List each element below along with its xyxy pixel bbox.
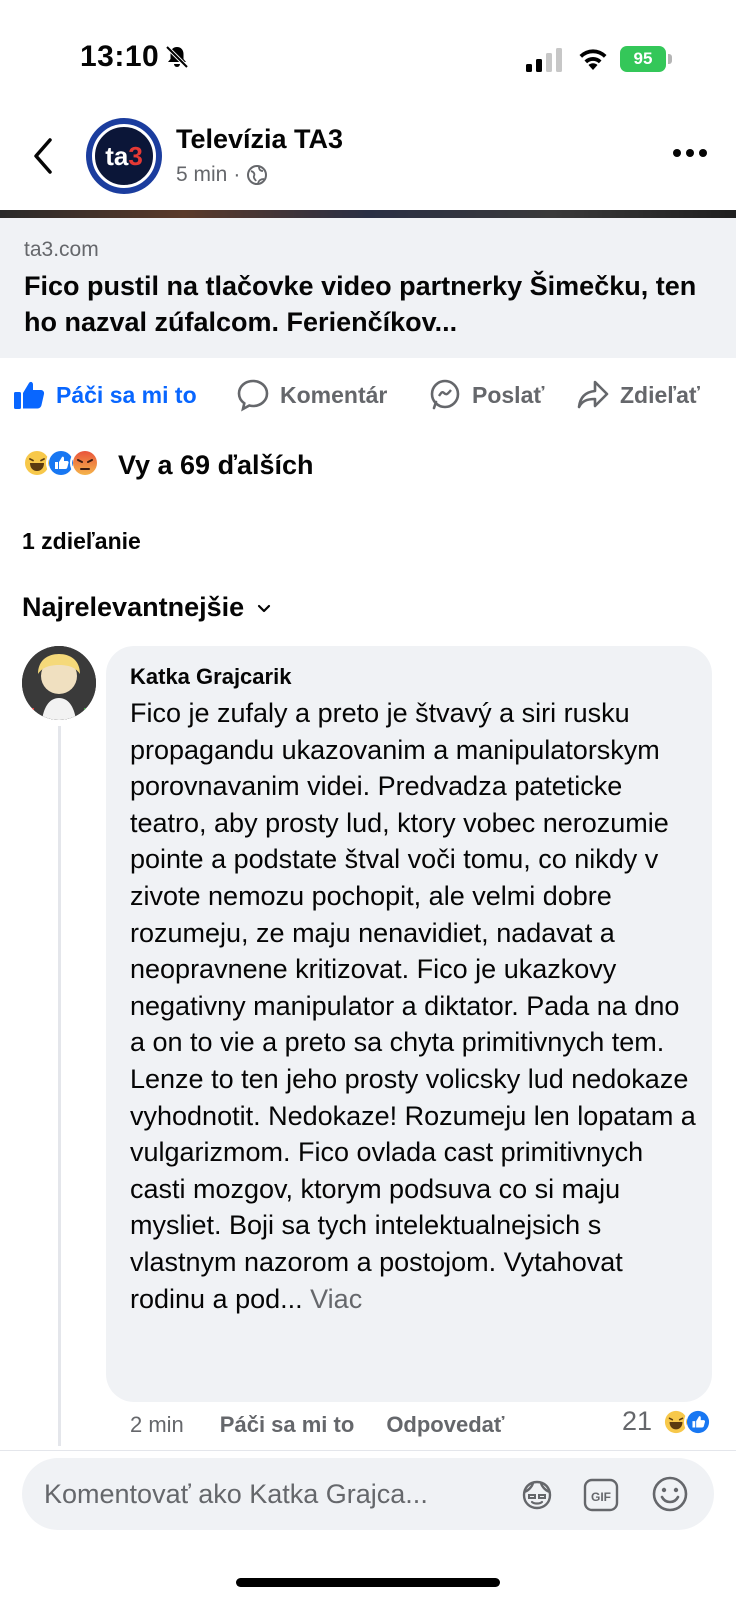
comment-reaction-icons[interactable] — [662, 1408, 712, 1436]
comment-like-button[interactable]: Páči sa mi to — [220, 1412, 355, 1438]
like-icon — [684, 1408, 712, 1436]
status-time: 13:10 — [80, 40, 160, 73]
composer-divider — [0, 1450, 736, 1451]
chevron-down-icon — [258, 604, 271, 612]
angry-icon — [70, 448, 100, 478]
comment-time: 2 min — [130, 1412, 184, 1437]
battery-indicator: 95 — [620, 46, 672, 72]
post-action-bar: Páči sa mi to Komentár Poslať Zdieľať — [0, 368, 736, 424]
status-bar: 13:10 95 — [0, 0, 736, 110]
like-button[interactable]: Páči sa mi to — [12, 378, 197, 412]
send-label: Poslať — [472, 381, 545, 408]
emoji-icon[interactable] — [650, 1474, 690, 1514]
logo-text-b: 3 — [128, 140, 143, 171]
thumbs-up-icon — [14, 381, 45, 409]
share-button[interactable]: Zdieľať — [576, 378, 700, 412]
link-title[interactable]: Fico pustil na tlačovke video partnerky … — [24, 268, 724, 340]
comment-reply-button[interactable]: Odpovedať — [386, 1412, 504, 1438]
sort-label: Najrelevantnejšie — [22, 592, 245, 622]
meta-separator: · — [233, 163, 241, 186]
battery-cap — [668, 54, 672, 64]
reactions-summary[interactable]: Vy a 69 ďalších — [118, 450, 314, 481]
wifi-icon — [579, 49, 607, 70]
comment-icon — [237, 379, 269, 412]
comment-button[interactable]: Komentár — [236, 378, 387, 412]
comment-label: Komentár — [280, 381, 388, 408]
battery-level: 95 — [620, 46, 666, 72]
reaction-icons[interactable] — [22, 448, 100, 478]
post-meta: 5 min · — [176, 163, 268, 187]
gif-icon[interactable]: GIF — [582, 1476, 620, 1514]
page-name[interactable]: Televízia TA3 — [176, 124, 343, 155]
link-image[interactable] — [0, 210, 736, 218]
share-label: Zdieľať — [620, 381, 700, 408]
logo-text-a: ta — [105, 140, 129, 171]
avatar-sticker-icon[interactable] — [518, 1476, 556, 1514]
thread-line — [58, 726, 61, 1446]
like-label: Páči sa mi to — [56, 381, 197, 408]
page-avatar[interactable]: ta 3 — [86, 118, 162, 194]
comment-input[interactable] — [44, 1476, 504, 1512]
comment-composer: GIF — [22, 1458, 714, 1530]
avatar[interactable] — [22, 646, 96, 720]
post-time: 5 min — [176, 163, 228, 186]
see-more-link[interactable]: Viac — [310, 1284, 362, 1314]
comment-author[interactable]: Katka Grajcarik — [130, 664, 291, 690]
signal-icon — [526, 48, 562, 72]
shares-count[interactable]: 1 zdieľanie — [22, 528, 141, 555]
back-icon[interactable] — [28, 136, 58, 176]
comment-body-text: Fico je zufaly a preto je štvavý a siri … — [130, 698, 696, 1314]
send-button[interactable]: Poslať — [428, 378, 544, 412]
link-domain: ta3.com — [24, 238, 99, 261]
comment-text: Fico je zufaly a preto je štvavý a siri … — [130, 695, 700, 1317]
comment-reaction-count[interactable]: 21 — [622, 1406, 652, 1437]
globe-icon — [247, 165, 268, 185]
home-indicator — [236, 1578, 500, 1587]
gif-label: GIF — [591, 1490, 611, 1504]
messenger-icon — [430, 379, 460, 410]
comment-sort-dropdown[interactable]: Najrelevantnejšie — [22, 592, 272, 623]
more-icon[interactable] — [672, 146, 708, 160]
share-icon — [577, 380, 609, 409]
page-logo: ta 3 — [92, 124, 156, 188]
bell-slash-icon — [165, 45, 189, 69]
comment-meta: 2 min Páči sa mi to Odpovedať — [130, 1412, 536, 1438]
